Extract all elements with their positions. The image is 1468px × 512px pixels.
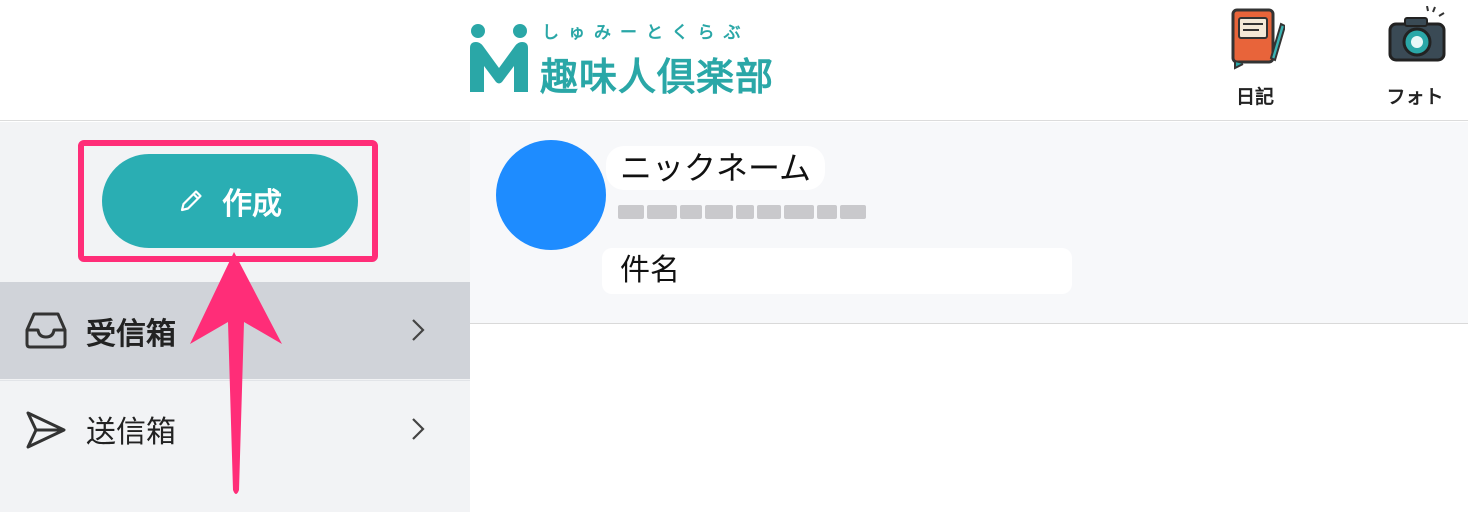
sidebar-item-inbox[interactable]: 受信箱 bbox=[0, 282, 470, 379]
message-list: ニックネーム 件名 bbox=[470, 122, 1468, 512]
mail-sidebar: 作成 受信箱 送信箱 bbox=[0, 122, 470, 512]
logo-kana: しゅみーとくらぶ bbox=[542, 23, 750, 43]
diary-label: 日記 bbox=[1235, 86, 1274, 108]
compose-label: 作成 bbox=[222, 187, 282, 222]
app-header: しゅみーとくらぶ 趣味人倶楽部 日記 フォト bbox=[0, 0, 1468, 121]
pencil-icon bbox=[180, 190, 202, 212]
sidebar-item-label: 受信箱 bbox=[86, 316, 176, 352]
chevron-right-icon bbox=[412, 418, 425, 440]
redacted-date bbox=[618, 202, 880, 222]
camera-icon bbox=[1388, 6, 1446, 62]
logo-mark-icon bbox=[470, 24, 528, 92]
sidebar-item-sent[interactable]: 送信箱 bbox=[0, 380, 470, 477]
chevron-right-icon bbox=[412, 319, 425, 341]
avatar bbox=[496, 140, 606, 250]
message-subject: 件名 bbox=[602, 248, 1072, 294]
logo-name: 趣味人倶楽部 bbox=[540, 55, 775, 99]
photo-label: フォト bbox=[1386, 86, 1444, 108]
sidebar-item-label: 送信箱 bbox=[86, 415, 176, 450]
sender-nickname: ニックネーム bbox=[606, 146, 826, 190]
inbox-tray-icon bbox=[25, 312, 67, 349]
photo-button[interactable]: フォト bbox=[1370, 6, 1460, 110]
compose-button[interactable]: 作成 bbox=[102, 154, 358, 248]
send-plane-icon bbox=[26, 411, 66, 449]
site-logo[interactable]: しゅみーとくらぶ 趣味人倶楽部 bbox=[468, 18, 798, 99]
message-row[interactable]: ニックネーム 件名 bbox=[470, 122, 1468, 324]
diary-button[interactable]: 日記 bbox=[1210, 6, 1300, 110]
diary-book-icon bbox=[1231, 8, 1285, 70]
